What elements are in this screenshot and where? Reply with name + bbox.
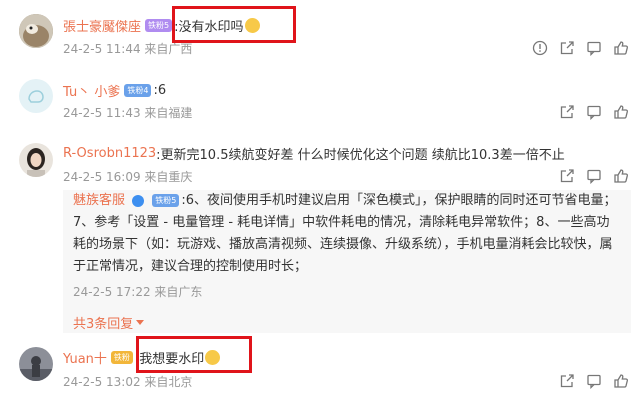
comment-actions bbox=[559, 104, 629, 120]
share-icon[interactable] bbox=[559, 168, 575, 184]
share-icon[interactable] bbox=[559, 40, 575, 56]
more-replies-link[interactable]: 共3条回复 bbox=[73, 313, 145, 332]
like-icon[interactable] bbox=[613, 373, 629, 389]
comment-line: R-Osrobn1123 :更新完10.5续航变好差 什么时候优化这个问题 续航… bbox=[63, 143, 565, 163]
reply-username[interactable]: 魅族客服 bbox=[73, 193, 125, 208]
comment-meta: 24-2-5 13:02 来自北京 bbox=[63, 375, 193, 389]
share-icon[interactable] bbox=[559, 373, 575, 389]
username[interactable]: R-Osrobn1123 bbox=[63, 146, 156, 161]
verified-icon bbox=[132, 194, 145, 207]
avatar[interactable] bbox=[19, 143, 53, 177]
avatar[interactable] bbox=[19, 14, 53, 48]
fan-badge: 铁粉5 bbox=[152, 194, 180, 207]
fan-badge: 铁粉4 bbox=[124, 83, 152, 97]
reply-content: 魅族客服 铁粉5:6、夜间使用手机时建议启用「深色模式」，保护眼睛的同时还可节省… bbox=[73, 190, 621, 278]
fan-badge: 铁粉 bbox=[110, 350, 133, 364]
comment-meta: 24-2-5 16:09 来自重庆 bbox=[63, 170, 193, 184]
like-icon[interactable] bbox=[613, 40, 629, 56]
comment-actions bbox=[532, 40, 629, 56]
like-icon[interactable] bbox=[613, 168, 629, 184]
fan-badge: 铁粉5 bbox=[145, 18, 173, 32]
comment-icon[interactable] bbox=[586, 168, 602, 184]
comment-text: :6 bbox=[153, 82, 167, 98]
like-icon[interactable] bbox=[613, 104, 629, 120]
reply-block: 魅族客服 铁粉5:6、夜间使用手机时建议启用「深色模式」，保护眼睛的同时还可节省… bbox=[63, 190, 631, 333]
avatar[interactable] bbox=[19, 347, 53, 381]
username[interactable]: 張士豪魘傑座 bbox=[63, 16, 141, 35]
comment-actions bbox=[559, 168, 629, 184]
highlight-box bbox=[136, 336, 252, 373]
share-icon[interactable] bbox=[559, 104, 575, 120]
comment-actions bbox=[559, 373, 629, 389]
comment-meta: 24-2-5 11:43 来自福建 bbox=[63, 106, 193, 120]
comment-icon[interactable] bbox=[586, 40, 602, 56]
avatar[interactable] bbox=[19, 79, 53, 113]
report-icon[interactable] bbox=[532, 40, 548, 56]
highlight-box bbox=[172, 6, 296, 43]
comment-line: Tu丶 小爹 铁粉4 :6 bbox=[63, 80, 166, 100]
chevron-down-icon bbox=[136, 320, 145, 325]
comment-icon[interactable] bbox=[586, 104, 602, 120]
more-replies-label: 共3条回复 bbox=[73, 317, 134, 332]
username[interactable]: Tu丶 小爹 bbox=[63, 81, 120, 100]
username[interactable]: Yuan十 bbox=[63, 348, 107, 367]
comment-text: :更新完10.5续航变好差 什么时候优化这个问题 续航比10.3差一倍不止 bbox=[156, 147, 565, 163]
comment-icon[interactable] bbox=[586, 373, 602, 389]
reply-meta: 24-2-5 17:22 来自广东 bbox=[73, 285, 203, 299]
